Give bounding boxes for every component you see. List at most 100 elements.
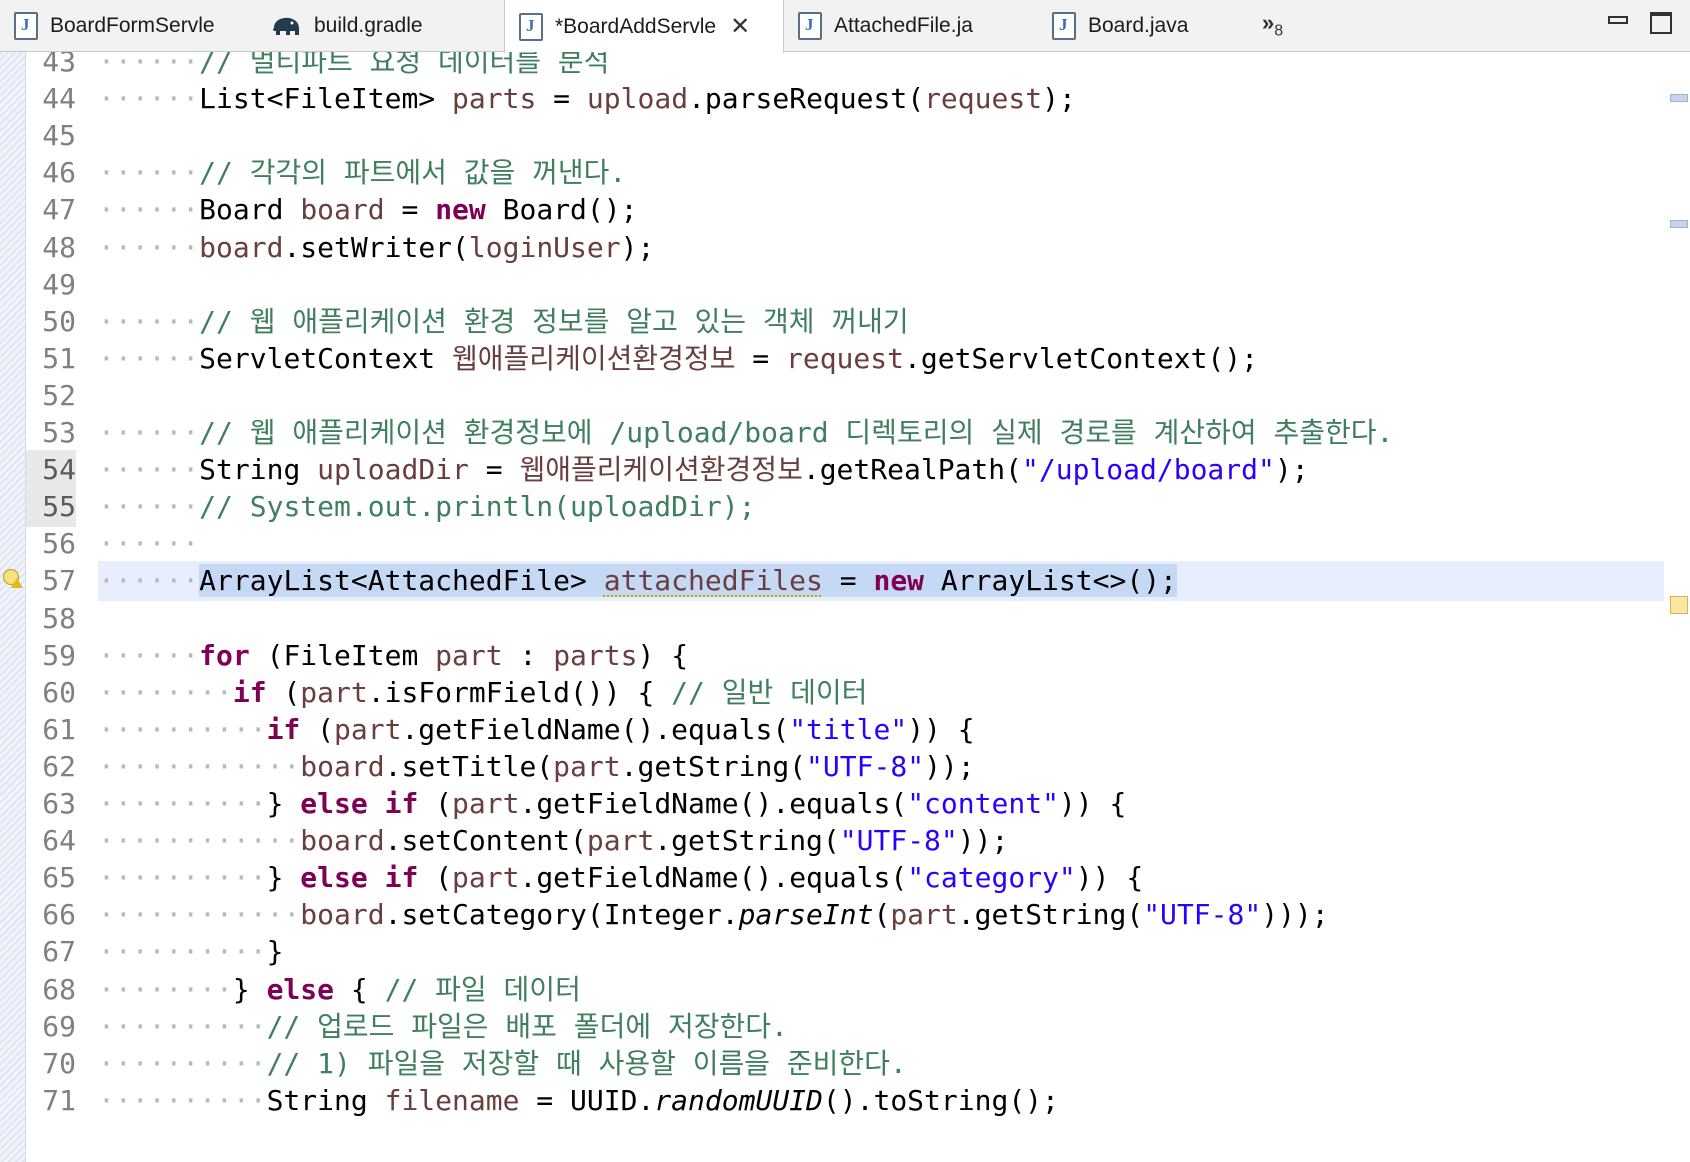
overview-marker[interactable]	[1670, 220, 1688, 228]
code-tokens[interactable]: } else { // 파일 데이터	[233, 973, 581, 1006]
code-line[interactable]: 46 ······// 각각의 파트에서 값을 꺼낸다.	[0, 153, 1664, 193]
code-line[interactable]: 49	[0, 265, 1664, 305]
code-tokens[interactable]: }	[267, 935, 284, 968]
code-tokens[interactable]: board.setContent(part.getString("UTF-8")…	[300, 824, 1008, 857]
code-line[interactable]: 71 ··········String filename = UUID.rando…	[0, 1081, 1664, 1121]
code-tokens[interactable]: // 웹 애플리케이션 환경정보에 /upload/board 디렉토리의 실제…	[199, 416, 1393, 449]
code-line[interactable]: 59 ······for (FileItem part : parts) {	[0, 636, 1664, 676]
overview-marker[interactable]	[1670, 94, 1688, 102]
code-line[interactable]: 53 ······// 웹 애플리케이션 환경정보에 /upload/board …	[0, 413, 1664, 453]
code-line[interactable]: 45	[0, 116, 1664, 156]
close-tab-icon[interactable]: ✕	[730, 12, 750, 41]
code-text[interactable]: ··········}	[98, 932, 1664, 972]
code-text[interactable]: ······	[98, 524, 1664, 564]
code-tokens[interactable]: List<FileItem> parts = upload.parseReque…	[199, 82, 1076, 115]
code-line[interactable]: 51 ······ServletContext 웹애플리케이션환경정보 = req…	[0, 339, 1664, 379]
code-line[interactable]: 69 ··········// 업로드 파일은 배포 폴더에 저장한다.	[0, 1007, 1664, 1047]
code-line[interactable]: 57 ······ArrayList<AttachedFile> attached…	[0, 561, 1664, 602]
code-tokens[interactable]: if (part.getFieldName().equals("title"))…	[267, 713, 975, 746]
code-text[interactable]: ············board.setContent(part.getStr…	[98, 821, 1664, 861]
code-tokens[interactable]: } else if (part.getFieldName().equals("c…	[267, 861, 1144, 894]
code-tokens[interactable]: String uploadDir = 웹애플리케이션환경정보.getRealPa…	[199, 453, 1308, 486]
code-text[interactable]: ······// 웹 애플리케이션 환경정보에 /upload/board 디렉…	[98, 413, 1664, 453]
code-text[interactable]: ··········String filename = UUID.randomU…	[98, 1081, 1664, 1121]
code-line[interactable]: 68 ········} else { // 파일 데이터	[0, 970, 1664, 1010]
code-text[interactable]	[98, 376, 1664, 416]
code-editor[interactable]: 43 ······// 멀티파트 요청 데이터를 분석 44 ······List<F…	[0, 52, 1690, 1162]
minimize-icon[interactable]	[1608, 16, 1628, 24]
code-line[interactable]: 56 ······	[0, 524, 1664, 564]
code-line[interactable]: 52	[0, 376, 1664, 416]
line-number: 47	[42, 193, 76, 227]
code-line[interactable]: 63 ··········} else if (part.getFieldName…	[0, 784, 1664, 824]
code-line[interactable]: 60 ········if (part.isFormField()) { // 일…	[0, 673, 1664, 713]
code-token: for	[199, 638, 250, 672]
code-text[interactable]: ······board.setWriter(loginUser);	[98, 228, 1664, 268]
code-text[interactable]: ······// 각각의 파트에서 값을 꺼낸다.	[98, 153, 1664, 193]
code-text[interactable]: ······for (FileItem part : parts) {	[98, 636, 1664, 676]
code-text[interactable]: ······// 웹 애플리케이션 환경 정보를 알고 있는 객체 꺼내기	[98, 302, 1664, 342]
code-tokens[interactable]: if (part.isFormField()) { // 일반 데이터	[233, 676, 868, 709]
selected-text[interactable]: ArrayList<AttachedFile> attachedFiles = …	[199, 564, 1177, 598]
overview-warning-marker[interactable]	[1670, 596, 1688, 614]
code-tokens[interactable]: board.setCategory(Integer.parseInt(part.…	[300, 898, 1328, 931]
code-text[interactable]: ··········if (part.getFieldName().equals…	[98, 710, 1664, 750]
maximize-icon[interactable]	[1650, 12, 1672, 34]
code-text[interactable]	[98, 116, 1664, 156]
code-tokens[interactable]: // 웹 애플리케이션 환경 정보를 알고 있는 객체 꺼내기	[199, 305, 909, 338]
code-line[interactable]: 48 ······board.setWriter(loginUser);	[0, 228, 1664, 268]
code-text[interactable]: ··········} else if (part.getFieldName()…	[98, 858, 1664, 898]
code-tokens[interactable]: String filename = UUID.randomUUID().toSt…	[267, 1084, 1059, 1117]
tab-boardformservlet[interactable]: BoardFormServle	[0, 0, 252, 52]
code-tokens[interactable]: ServletContext 웹애플리케이션환경정보 = request.get…	[199, 342, 1258, 375]
code-text[interactable]: ··········// 업로드 파일은 배포 폴더에 저장한다.	[98, 1007, 1664, 1047]
code-text[interactable]: ······// 멀티파트 요청 데이터를 분석	[98, 52, 1664, 82]
code-line[interactable]: 65 ··········} else if (part.getFieldName…	[0, 858, 1664, 898]
code-token: String	[266, 1083, 385, 1117]
code-tokens[interactable]: Board board = new Board();	[199, 193, 637, 226]
tab-board-java[interactable]: Board.java	[1038, 0, 1248, 52]
code-line[interactable]: 44 ······List<FileItem> parts = upload.pa…	[0, 79, 1664, 119]
code-text[interactable]: ············board.setTitle(part.getStrin…	[98, 747, 1664, 787]
code-tokens[interactable]: } else if (part.getFieldName().equals("c…	[267, 787, 1127, 820]
overview-ruler[interactable]	[1664, 52, 1690, 1162]
code-tokens[interactable]: // 1) 파일을 저장할 때 사용할 이름을 준비한다.	[267, 1047, 907, 1080]
code-text[interactable]: ······ServletContext 웹애플리케이션환경정보 = reque…	[98, 339, 1664, 379]
tab-build-gradle[interactable]: build.gradle	[252, 0, 504, 52]
code-text[interactable]: ··········} else if (part.getFieldName()…	[98, 784, 1664, 824]
code-tokens[interactable]: // 멀티파트 요청 데이터를 분석	[199, 52, 609, 78]
code-tokens[interactable]: board.setWriter(loginUser);	[199, 231, 654, 264]
code-text[interactable]: ······Board board = new Board();	[98, 190, 1664, 230]
tab-attachedfile[interactable]: AttachedFile.ja	[784, 0, 1038, 52]
code-line[interactable]: 50 ······// 웹 애플리케이션 환경 정보를 알고 있는 객체 꺼내기	[0, 302, 1664, 342]
code-text[interactable]: ······// System.out.println(uploadDir);	[98, 487, 1664, 527]
code-tokens[interactable]: // 각각의 파트에서 값을 꺼낸다.	[199, 156, 626, 189]
code-text[interactable]: ········} else { // 파일 데이터	[98, 970, 1664, 1010]
code-line[interactable]: 58	[0, 599, 1664, 639]
code-line[interactable]: 43 ······// 멀티파트 요청 데이터를 분석	[0, 52, 1664, 82]
code-text[interactable]	[98, 599, 1664, 639]
code-line[interactable]: 55 ······// System.out.println(uploadDir)…	[0, 487, 1664, 528]
code-line[interactable]: 70 ··········// 1) 파일을 저장할 때 사용할 이름을 준비한다…	[0, 1044, 1664, 1084]
code-text[interactable]: ······String uploadDir = 웹애플리케이션환경정보.get…	[98, 450, 1664, 490]
code-text[interactable]: ········if (part.isFormField()) { // 일반 …	[98, 673, 1664, 713]
code-tokens[interactable]: for (FileItem part : parts) {	[199, 639, 688, 672]
code-tokens[interactable]: // 업로드 파일은 배포 폴더에 저장한다.	[267, 1010, 788, 1043]
more-tabs-button[interactable]: »8	[1262, 10, 1283, 40]
code-text[interactable]: ············board.setCategory(Integer.pa…	[98, 895, 1664, 935]
code-line[interactable]: 67 ··········}	[0, 932, 1664, 972]
code-line[interactable]: 47 ······Board board = new Board();	[0, 190, 1664, 230]
code-line[interactable]: 54 ······String uploadDir = 웹애플리케이션환경정보.g…	[0, 450, 1664, 491]
code-line[interactable]: 66 ············board.setCategory(Integer.…	[0, 895, 1664, 935]
code-line[interactable]: 64 ············board.setContent(part.getS…	[0, 821, 1664, 861]
warning-icon[interactable]	[3, 569, 23, 589]
code-text[interactable]: ··········// 1) 파일을 저장할 때 사용할 이름을 준비한다.	[98, 1044, 1664, 1084]
code-line[interactable]: 62 ············board.setTitle(part.getStr…	[0, 747, 1664, 787]
tab-boardaddservlet[interactable]: *BoardAddServle ✕	[504, 0, 784, 53]
code-tokens[interactable]: board.setTitle(part.getString("UTF-8"));	[300, 750, 974, 783]
code-text[interactable]	[98, 265, 1664, 305]
code-text[interactable]: ······List<FileItem> parts = upload.pars…	[98, 79, 1664, 119]
code-line[interactable]: 61 ··········if (part.getFieldName().equa…	[0, 710, 1664, 750]
code-tokens[interactable]: // System.out.println(uploadDir);	[199, 490, 755, 523]
code-text[interactable]: ······ArrayList<AttachedFile> attachedFi…	[98, 561, 1664, 602]
